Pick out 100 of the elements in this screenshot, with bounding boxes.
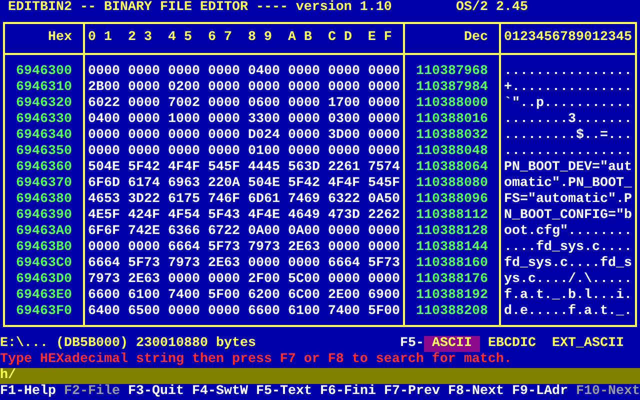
function-key[interactable]: F1-Help	[0, 384, 56, 400]
hex-value: 2E00	[328, 288, 360, 304]
ascii-cell-text: FS="automatic".P	[504, 192, 633, 208]
search-input-field[interactable]: h/	[0, 368, 640, 384]
hex-value: 0000	[368, 240, 400, 256]
address-cell: 69463B0	[16, 240, 72, 256]
decimal-cell: 110388176	[416, 272, 488, 288]
column-header: Dec	[464, 30, 488, 46]
hex-value: 2261	[328, 160, 360, 176]
hex-value: 0000	[248, 256, 280, 272]
hex-value: 6400	[88, 304, 120, 320]
decimal-cell: 110388032	[416, 128, 488, 144]
hex-value: 0000	[368, 272, 400, 288]
hex-value: 0000	[168, 128, 200, 144]
ascii-cell-text: PN_BOOT_DEV="aut	[504, 160, 633, 176]
hex-value: 3D22	[128, 192, 160, 208]
hex-value: 0000	[208, 128, 240, 144]
hex-value: 6174	[128, 176, 160, 192]
hex-value: 2E63	[128, 272, 160, 288]
hex-value: 6F6F	[88, 224, 120, 240]
hex-value: 2B00	[88, 80, 120, 96]
mode-option[interactable]: EXT_ASCII	[544, 336, 632, 352]
hex-value: 6175	[168, 192, 200, 208]
address-cell: 69463C0	[16, 256, 72, 272]
hex-value: 6963	[168, 176, 200, 192]
hex-value: 0A50	[368, 192, 400, 208]
hex-value: 4F4F	[168, 160, 200, 176]
hex-value: 0000	[208, 80, 240, 96]
decimal-cell: 110388080	[416, 176, 488, 192]
hex-value: 0000	[208, 304, 240, 320]
decimal-cell: 110388000	[416, 96, 488, 112]
hex-value: 746F	[208, 192, 240, 208]
app-title: EDITBIN2 -- BINARY FILE EDITOR ---- version 1.10	[8, 0, 393, 16]
hex-value: 0000	[248, 80, 280, 96]
decimal-cell: 110388096	[416, 192, 488, 208]
hex-value: 0A00	[288, 224, 320, 240]
hex-value: 5F43	[208, 208, 240, 224]
hex-value: 742E	[128, 224, 160, 240]
hex-value: 0000	[128, 64, 160, 80]
hex-value: 0000	[128, 128, 160, 144]
hex-value: 6022	[88, 96, 120, 112]
hex-value: 220A	[208, 176, 240, 192]
hex-value: 0000	[208, 272, 240, 288]
decimal-cell: 110387968	[416, 64, 488, 80]
ascii-cell-text: oot.cfg"........	[504, 224, 633, 240]
function-key[interactable]: F4-SwtW	[192, 384, 248, 400]
hex-value: 6664	[88, 256, 120, 272]
decimal-cell: 110388016	[416, 112, 488, 128]
hex-value: 0000	[368, 128, 400, 144]
hex-value: 4F54	[168, 208, 200, 224]
address-cell: 6946330	[16, 112, 72, 128]
address-cell: 6946340	[16, 128, 72, 144]
ascii-cell-text: ................	[504, 144, 633, 160]
decimal-cell: 110388160	[416, 256, 488, 272]
hex-value: 0000	[128, 80, 160, 96]
hex-value: 0000	[128, 112, 160, 128]
hex-value: 0000	[88, 240, 120, 256]
hex-value: 0400	[248, 64, 280, 80]
ascii-cell-text: N_BOOT_CONFIG="b	[504, 208, 633, 224]
function-key[interactable]: F5-Text	[256, 384, 312, 400]
mode-option[interactable]: ASCII	[424, 336, 480, 352]
function-key[interactable]: F7-Prev	[384, 384, 440, 400]
hex-value: 2E63	[208, 256, 240, 272]
address-cell: 69463A0	[16, 224, 72, 240]
function-key[interactable]: F9-LAdr	[512, 384, 568, 400]
hex-value: 7400	[328, 304, 360, 320]
hex-value: 5F73	[128, 256, 160, 272]
mode-key-label: F5-	[400, 336, 424, 352]
hex-value: 0000	[288, 80, 320, 96]
decimal-cell: 110388112	[416, 208, 488, 224]
hex-value: 0000	[288, 256, 320, 272]
hex-value: 4649	[288, 208, 320, 224]
mode-option[interactable]: EBCDIC	[480, 336, 544, 352]
hex-value: 3300	[248, 112, 280, 128]
decimal-cell: 110388128	[416, 224, 488, 240]
hex-value: 0000	[168, 272, 200, 288]
ascii-cell-text: omatic".PN_BOOT_	[504, 176, 633, 192]
column-header: Hex	[48, 30, 72, 46]
hex-value: 0000	[208, 64, 240, 80]
decimal-cell: 110388048	[416, 144, 488, 160]
function-key[interactable]: F6-Fini	[320, 384, 376, 400]
hex-value: 6900	[368, 288, 400, 304]
hex-value: 0000	[368, 224, 400, 240]
hex-value: 0000	[288, 144, 320, 160]
function-key[interactable]: F8-Next	[448, 384, 504, 400]
hex-value: 504E	[248, 176, 280, 192]
hex-value: 5C00	[288, 272, 320, 288]
function-key[interactable]: F3-Quit	[128, 384, 184, 400]
hex-value: 7469	[288, 192, 320, 208]
hex-value: 4F4F	[328, 176, 360, 192]
address-cell: 6946300	[16, 64, 72, 80]
hex-value: 5F73	[368, 256, 400, 272]
hex-value: 6366	[168, 224, 200, 240]
hex-value: 6F6D	[88, 176, 120, 192]
hex-value: 0000	[128, 144, 160, 160]
address-cell: 69463F0	[16, 304, 72, 320]
address-cell: 6946350	[16, 144, 72, 160]
ascii-cell-text: ys.c..../.\.....	[504, 272, 633, 288]
hex-value: 7973	[88, 272, 120, 288]
address-cell: 6946320	[16, 96, 72, 112]
